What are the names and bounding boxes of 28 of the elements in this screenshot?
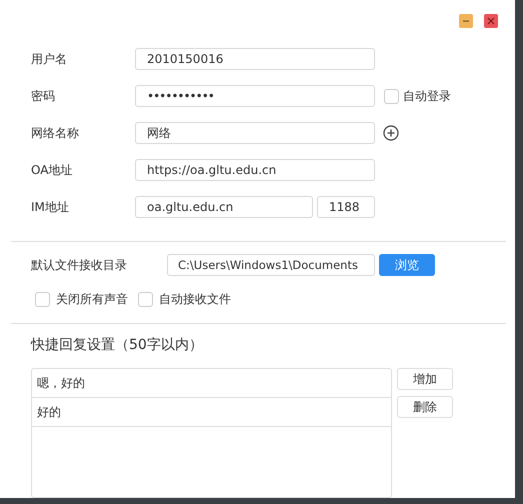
- input-field[interactable]: 网络: [135, 122, 375, 144]
- input-field[interactable]: •••••••••••: [135, 85, 375, 107]
- checkbox-label: 关闭所有声音: [56, 291, 128, 308]
- input-field[interactable]: https://oa.gltu.edu.cn: [135, 159, 375, 181]
- field-label: 默认文件接收目录: [31, 256, 128, 274]
- input-field[interactable]: oa.gltu.edu.cn: [135, 196, 313, 218]
- checkbox-label: 自动接收文件: [159, 291, 231, 308]
- checkbox[interactable]: [138, 292, 153, 307]
- checkbox-label: 自动登录: [403, 88, 451, 104]
- close-button[interactable]: [484, 14, 498, 28]
- input-field[interactable]: 2010150016: [135, 48, 375, 70]
- input-field[interactable]: 1188: [317, 196, 375, 218]
- close-icon: [487, 17, 495, 25]
- field-label: 网络名称: [31, 124, 80, 142]
- section-title: 快捷回复设置（50字以内）: [31, 336, 204, 354]
- field-label: 用户名: [31, 50, 68, 68]
- action-button[interactable]: 增加: [397, 368, 453, 390]
- field-label: OA地址: [31, 162, 74, 178]
- minimize-button[interactable]: [459, 14, 473, 28]
- path-field[interactable]: C:\Users\Windows1\Documents: [167, 254, 375, 276]
- checkbox[interactable]: [35, 292, 50, 307]
- reply-item[interactable]: 嗯，好的: [32, 369, 391, 398]
- field-label: IM地址: [31, 198, 70, 216]
- action-button[interactable]: 删除: [397, 396, 453, 418]
- add-icon[interactable]: [383, 125, 399, 141]
- field-label: 密码: [31, 88, 56, 104]
- reply-item[interactable]: 好的: [32, 398, 391, 427]
- checkbox[interactable]: [384, 88, 399, 104]
